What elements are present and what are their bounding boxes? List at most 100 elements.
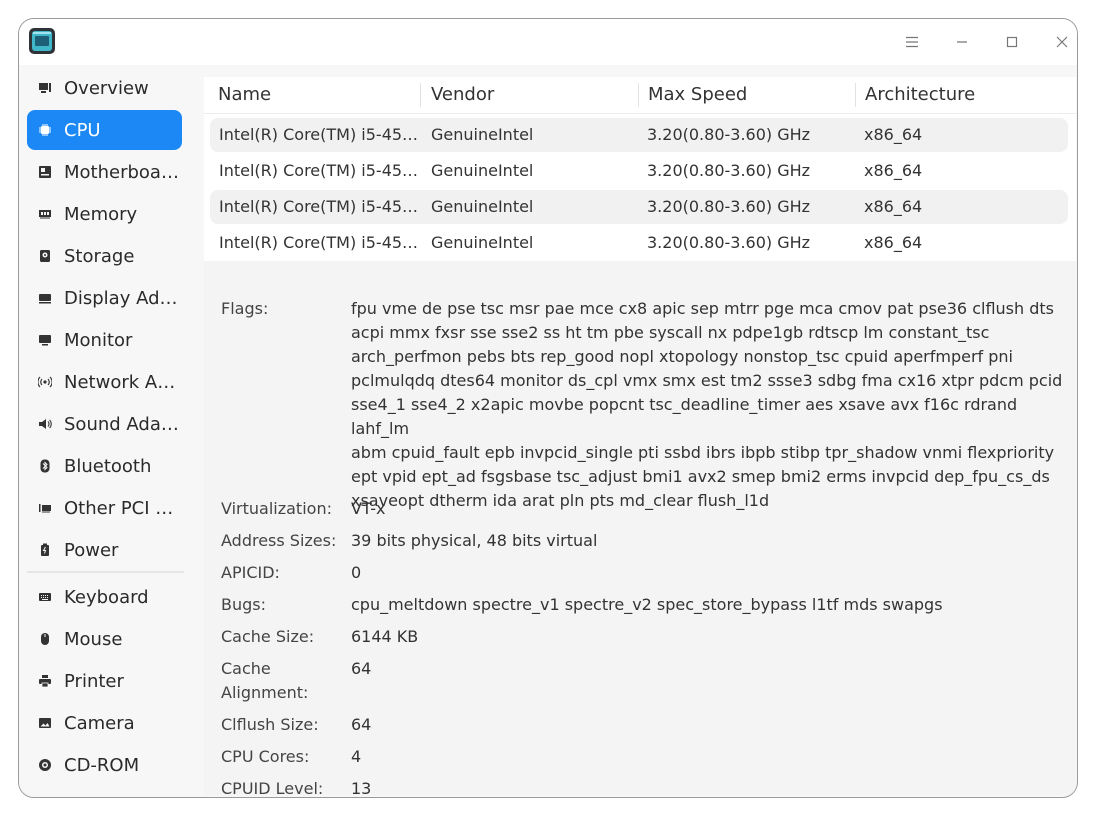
sidebar-item-label: CPU [64, 119, 101, 141]
column-divider [855, 83, 856, 107]
sidebar-item-cpu[interactable]: CPU [27, 110, 182, 150]
detail-value: 13 [351, 779, 372, 795]
sidebar-item-other-pci[interactable]: Other PCI … [27, 488, 182, 528]
table-cell-name: Intel(R) Core(TM) i5-45… [219, 233, 419, 252]
table-cell-name: Intel(R) Core(TM) i5-45… [219, 197, 419, 216]
table-cell-vendor: GenuineIntel [431, 197, 534, 216]
sidebar-item-label: Other PCI … [64, 497, 174, 519]
sidebar-item-network[interactable]: Network A… [27, 362, 182, 402]
cpu-table: Name Vendor Max Speed Architecture Intel… [204, 77, 1076, 261]
column-header-architecture[interactable]: Architecture [865, 77, 975, 113]
detail-label: APICID: [221, 563, 280, 582]
table-row[interactable]: Intel(R) Core(TM) i5-45… GenuineIntel 3.… [210, 118, 1068, 152]
detail-value: cpu_meltdown spectre_v1 spectre_v2 spec_… [351, 595, 943, 614]
sidebar-item-cdrom[interactable]: CD-ROM [27, 745, 182, 785]
flags-line: pclmulqdq dtes64 monitor ds_cpl vmx smx … [351, 371, 1063, 390]
sidebar-item-label: CD-ROM [64, 754, 140, 776]
sidebar-item-label: Bluetooth [64, 455, 152, 477]
detail-value: 39 bits physical, 48 bits virtual [351, 531, 598, 550]
column-divider [638, 83, 639, 107]
detail-label: CPUID Level: [221, 779, 324, 795]
sidebar-item-label: Memory [64, 203, 138, 225]
hamburger-menu-icon [906, 36, 918, 48]
mouse-icon [37, 631, 53, 647]
detail-label: Clflush Size: [221, 715, 319, 734]
detail-label: Cache Alignment: [221, 659, 309, 702]
sidebar-item-bluetooth[interactable]: Bluetooth [27, 446, 182, 486]
memory-icon [37, 206, 53, 222]
cpu-details-panel: Flags: fpu vme de pse tsc msr pae mce cx… [204, 267, 1076, 795]
detail-label: Cache Size: [221, 627, 315, 646]
sidebar-item-overview[interactable]: Overview [27, 68, 182, 108]
column-divider [420, 83, 421, 107]
maximize-icon [1006, 36, 1018, 48]
app-window: Overview CPU Motherboa… Memory Storage D… [18, 18, 1078, 798]
sidebar-item-label: Storage [64, 245, 135, 267]
table-cell-max-speed: 3.20(0.80-3.60) GHz [647, 161, 811, 180]
camera-icon [37, 715, 53, 731]
sidebar-item-mouse[interactable]: Mouse [27, 619, 182, 659]
column-header-name[interactable]: Name [218, 77, 271, 113]
sidebar-item-printer[interactable]: Printer [27, 661, 182, 701]
table-cell-architecture: x86_64 [864, 233, 923, 252]
storage-icon [37, 248, 53, 264]
flags-line: abm cpuid_fault epb invpcid_single pti s… [351, 443, 1055, 462]
menu-button[interactable] [897, 27, 927, 57]
detail-label: Address Sizes: [221, 531, 337, 550]
bluetooth-icon [37, 458, 53, 474]
maximize-button[interactable] [997, 27, 1027, 57]
table-cell-max-speed: 3.20(0.80-3.60) GHz [647, 233, 811, 252]
table-header-divider [204, 113, 1076, 114]
column-header-max-speed[interactable]: Max Speed [648, 77, 747, 113]
sidebar-item-keyboard[interactable]: Keyboard [27, 577, 182, 617]
main-panel: Name Vendor Max Speed Architecture Intel… [204, 77, 1076, 795]
sidebar-item-label: Monitor [64, 329, 133, 351]
table-cell-name: Intel(R) Core(TM) i5-45… [219, 161, 419, 180]
sidebar-item-label: Power [64, 539, 119, 561]
sidebar-item-label: Motherboa… [64, 161, 179, 183]
close-icon [1056, 36, 1068, 48]
sidebar-item-motherboard[interactable]: Motherboa… [27, 152, 182, 192]
table-row[interactable]: Intel(R) Core(TM) i5-45… GenuineIntel 3.… [210, 154, 1068, 188]
detail-value: 0 [351, 563, 362, 582]
table-cell-architecture: x86_64 [864, 125, 923, 144]
network-icon [37, 374, 53, 390]
minimize-button[interactable] [947, 27, 977, 57]
detail-value: 4 [351, 747, 362, 766]
printer-icon [37, 673, 53, 689]
sidebar-item-power[interactable]: Power [27, 530, 182, 570]
detail-label-flags: Flags: [221, 299, 269, 318]
sidebar-divider [27, 571, 184, 573]
detail-value: 64 [351, 659, 372, 678]
sidebar-item-memory[interactable]: Memory [27, 194, 182, 234]
cpu-icon [37, 122, 53, 138]
detail-label: Bugs: [221, 595, 266, 614]
sidebar-item-label: Network A… [64, 371, 176, 393]
table-cell-max-speed: 3.20(0.80-3.60) GHz [647, 125, 811, 144]
sidebar-item-label: Mouse [64, 628, 123, 650]
sidebar-item-monitor[interactable]: Monitor [27, 320, 182, 360]
cdrom-icon [37, 757, 53, 773]
detail-label: Virtualization: [221, 499, 332, 518]
flags-line: acpi mmx fxsr sse sse2 ss ht tm pbe sysc… [351, 323, 990, 342]
pci-icon [37, 500, 53, 516]
detail-value: 64 [351, 715, 372, 734]
sidebar-item-display-adapter[interactable]: Display Ad… [27, 278, 182, 318]
flags-line: ept vpid ept_ad fsgsbase tsc_adjust bmi1… [351, 467, 1050, 486]
monitor-icon [37, 332, 53, 348]
table-cell-max-speed: 3.20(0.80-3.60) GHz [647, 197, 811, 216]
close-button[interactable] [1047, 27, 1077, 57]
sidebar-item-storage[interactable]: Storage [27, 236, 182, 276]
column-header-vendor[interactable]: Vendor [431, 77, 494, 113]
sidebar-item-sound[interactable]: Sound Ada… [27, 404, 182, 444]
table-cell-vendor: GenuineIntel [431, 233, 534, 252]
sidebar: Overview CPU Motherboa… Memory Storage D… [19, 65, 194, 797]
display-adapter-icon [37, 290, 53, 306]
table-row[interactable]: Intel(R) Core(TM) i5-45… GenuineIntel 3.… [210, 190, 1068, 224]
table-cell-vendor: GenuineIntel [431, 125, 534, 144]
sidebar-item-label: Sound Ada… [64, 413, 179, 435]
sidebar-item-camera[interactable]: Camera [27, 703, 182, 743]
table-row[interactable]: Intel(R) Core(TM) i5-45… GenuineIntel 3.… [210, 226, 1068, 260]
flags-line: fpu vme de pse tsc msr pae mce cx8 apic … [351, 299, 1054, 318]
table-cell-architecture: x86_64 [864, 161, 923, 180]
